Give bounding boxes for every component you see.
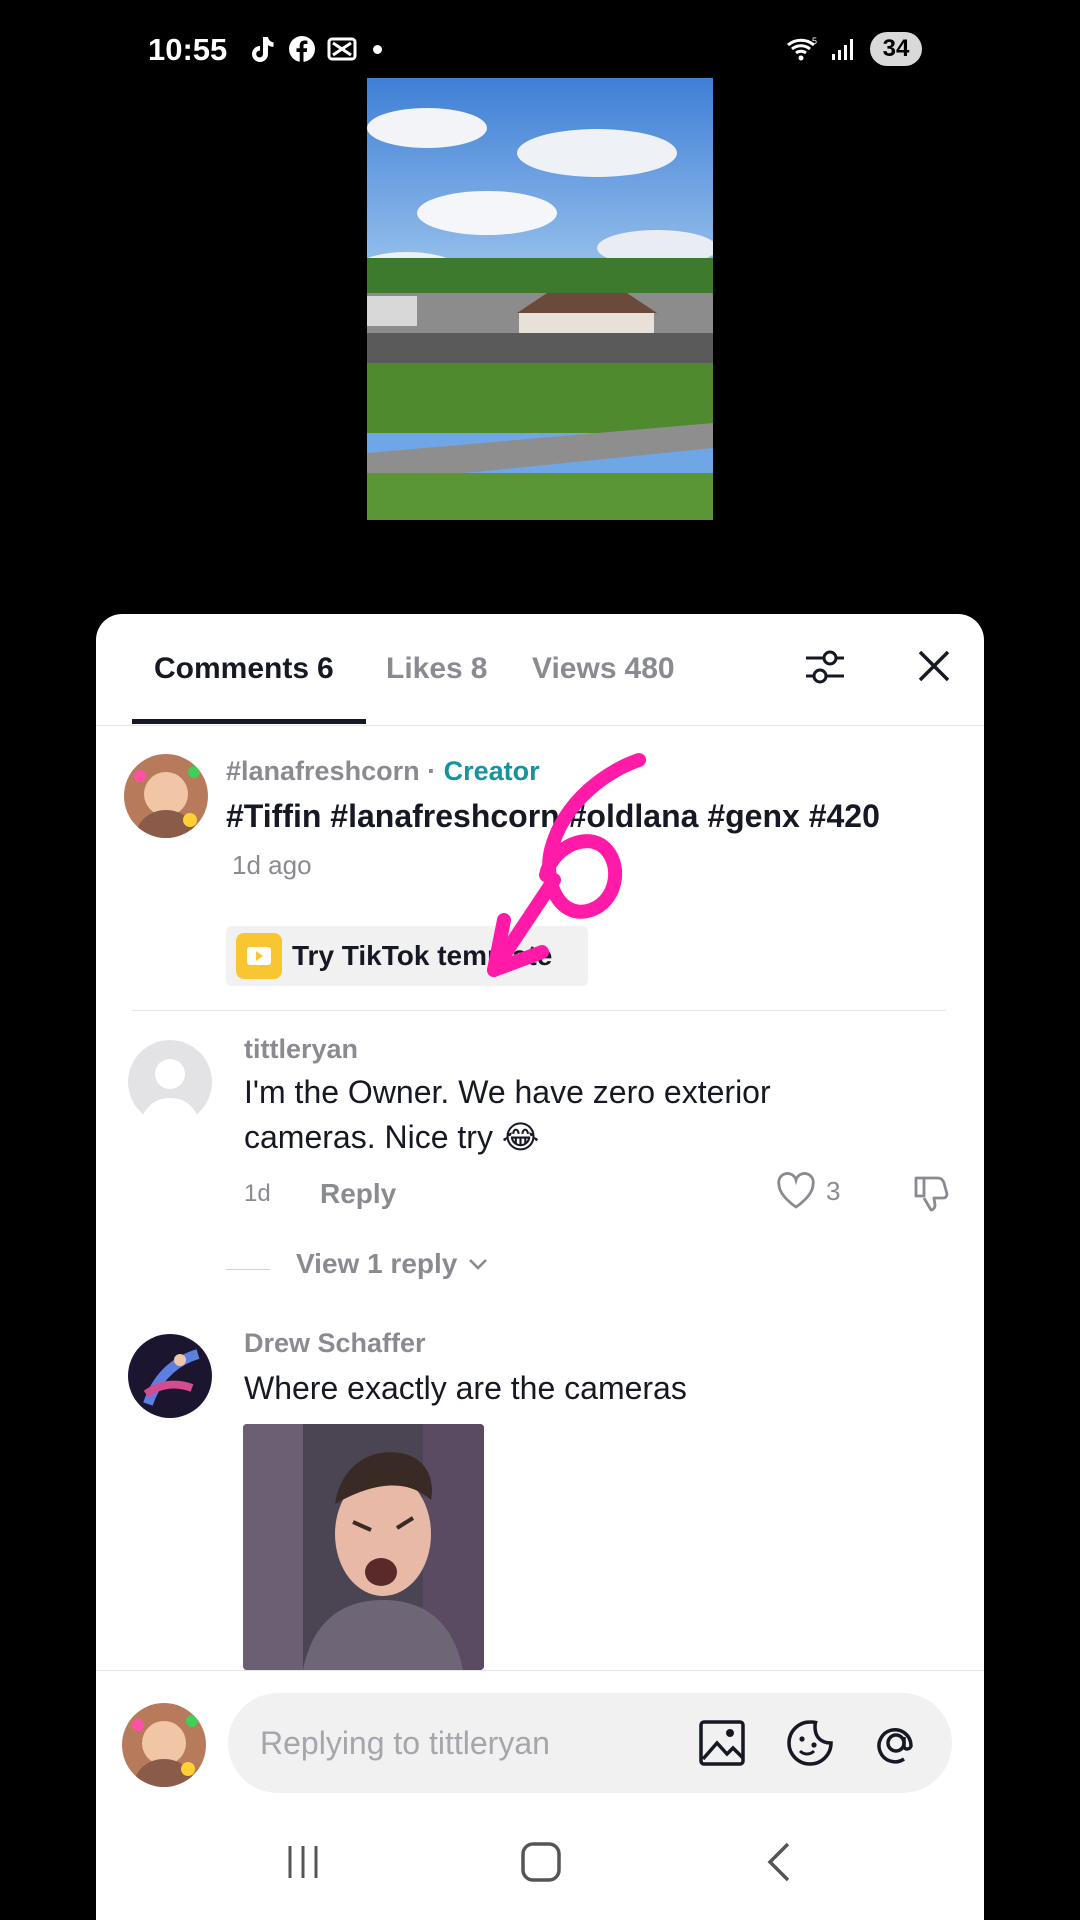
comment-username[interactable]: tittleryan — [244, 1034, 358, 1065]
system-nav-bar — [96, 1800, 984, 1920]
wifi-icon: 5 — [787, 36, 817, 61]
tab-comments-count: 6 — [317, 652, 334, 685]
video-preview[interactable] — [367, 78, 713, 520]
facebook-icon — [287, 34, 317, 64]
comment-text: Where exactly are the cameras — [244, 1370, 687, 1406]
comment-input-bar: Replying to tittleryan — [96, 1670, 984, 1800]
comments-sheet: Comments 6 Likes 8 Views 480 #lanafreshcorn… — [96, 614, 984, 1920]
capcut-icon — [327, 34, 357, 64]
signal-icon — [832, 39, 853, 60]
close-icon[interactable] — [914, 646, 954, 686]
notification-icons — [247, 34, 382, 64]
battery-indicator: 34 — [870, 32, 922, 66]
more-notifications-dot — [373, 44, 382, 54]
comment-username[interactable]: Drew Schaffer — [244, 1328, 426, 1359]
comment-text-line2: cameras. Nice try 😂 — [244, 1119, 540, 1155]
try-template-label: Try TikTok template — [292, 940, 553, 971]
tab-likes-label: Likes — [386, 652, 463, 685]
status-right: 5 34 — [786, 32, 922, 66]
mention-icon[interactable] — [870, 1717, 922, 1769]
creator-badge: Creator — [443, 756, 540, 786]
tab-views-count: 480 — [624, 652, 675, 685]
reply-button[interactable]: Reply — [320, 1178, 396, 1210]
comment-input[interactable]: Replying to tittleryan — [228, 1693, 952, 1793]
tab-likes-count: 8 — [470, 652, 488, 685]
tab-views-label: Views — [532, 652, 617, 685]
heart-icon — [777, 1172, 815, 1209]
separator-dot: · — [427, 756, 437, 786]
svg-text:5: 5 — [812, 36, 817, 46]
tab-comments-label: Comments — [154, 652, 310, 685]
active-tab-indicator — [132, 719, 366, 724]
creator-username-row: #lanafreshcorn · Creator — [226, 756, 540, 787]
view-replies-button[interactable]: View 1 reply — [296, 1248, 489, 1280]
status-time: 10:55 — [148, 32, 228, 67]
comment-text-line1: I'm the Owner. We have zero exterior — [244, 1074, 771, 1110]
creator-avatar[interactable] — [124, 754, 208, 838]
image-icon[interactable] — [696, 1717, 748, 1769]
template-icon — [236, 933, 282, 979]
my-avatar[interactable] — [122, 1703, 206, 1787]
view-replies-line — [226, 1269, 270, 1270]
like-count: 3 — [826, 1175, 841, 1206]
dislike-icon[interactable] — [910, 1172, 952, 1214]
like-button[interactable]: 3 — [776, 1172, 840, 1210]
tab-comments[interactable]: Comments 6 — [154, 652, 334, 686]
view-replies-label: View 1 reply — [296, 1248, 458, 1279]
creator-username[interactable]: #lanafreshcorn — [226, 756, 420, 786]
commenter-avatar-drew[interactable] — [128, 1334, 212, 1418]
tab-views[interactable]: Views 480 — [532, 652, 675, 686]
tiktok-icon — [247, 34, 277, 64]
back-icon[interactable] — [756, 1840, 806, 1884]
chevron-down-icon — [469, 1259, 488, 1270]
comment-input-placeholder: Replying to tittleryan — [260, 1725, 550, 1761]
comment-gif-image[interactable] — [243, 1424, 484, 1670]
home-icon[interactable] — [516, 1840, 566, 1884]
recent-apps-icon[interactable] — [278, 1840, 328, 1884]
section-divider — [132, 1010, 946, 1011]
commenter-avatar-default[interactable] — [128, 1040, 212, 1124]
creator-caption: #Tiffin #lanafreshcorn #oldlana #genx #4… — [226, 798, 880, 834]
sticker-icon[interactable] — [784, 1717, 836, 1769]
filter-icon[interactable] — [802, 644, 848, 690]
tab-bar: Comments 6 Likes 8 Views 480 — [96, 614, 984, 726]
creator-post-time: 1d ago — [232, 850, 312, 880]
try-template-button[interactable]: Try TikTok template — [226, 926, 588, 986]
comment-time: 1d — [244, 1180, 271, 1207]
tab-likes[interactable]: Likes 8 — [386, 652, 487, 686]
svg-text:6: 6 — [464, 750, 465, 751]
